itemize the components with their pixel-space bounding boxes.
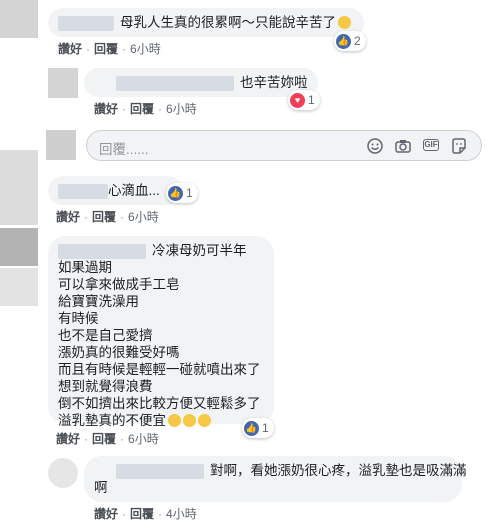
reply-link[interactable]: 回覆 bbox=[92, 210, 116, 224]
reply-placeholder: 回覆...... bbox=[99, 142, 149, 157]
current-user-avatar bbox=[46, 130, 76, 160]
like-icon: 👍 bbox=[244, 420, 259, 436]
reaction-summary[interactable]: 👍 1 bbox=[166, 183, 198, 203]
reply-link[interactable]: 回覆 bbox=[94, 42, 118, 56]
reaction-count: 2 bbox=[354, 34, 361, 48]
reply-input[interactable]: 回覆...... GIF bbox=[86, 130, 482, 161]
reaction-count: 1 bbox=[308, 93, 315, 107]
comment-text-line2: 啊 bbox=[94, 480, 108, 495]
comment-line: 而且有時候是輕輕一碰就噴出來了 bbox=[58, 362, 261, 377]
blurred-username[interactable] bbox=[116, 75, 234, 91]
timestamp[interactable]: 6小時 bbox=[128, 210, 159, 224]
avatar-fragment bbox=[0, 268, 38, 306]
avatar[interactable] bbox=[0, 228, 38, 266]
like-link[interactable]: 讚好 bbox=[56, 432, 80, 446]
like-icon: 👍 bbox=[168, 185, 183, 201]
comment-line: 也不是自己愛擠 bbox=[58, 328, 153, 343]
comment-line: 給寶寶洗澡用 bbox=[58, 294, 139, 309]
like-link[interactable]: 讚好 bbox=[94, 102, 118, 116]
comment-actions: 讚好 · 回覆 · 6小時 bbox=[94, 102, 197, 116]
comment-line: 可以拿來做成手工皂 bbox=[58, 277, 180, 292]
like-link[interactable]: 讚好 bbox=[94, 507, 118, 521]
comment-line: 倒不如擠出來比較方便又輕鬆多了 bbox=[58, 396, 261, 411]
comment-bubble: 母乳人生真的很累啊～只能說辛苦了 bbox=[48, 8, 364, 37]
smile-icon[interactable] bbox=[367, 138, 383, 154]
blurred-username[interactable] bbox=[58, 15, 114, 31]
blurred-username[interactable] bbox=[58, 243, 146, 259]
like-link[interactable]: 讚好 bbox=[58, 42, 82, 56]
gif-icon[interactable]: GIF bbox=[423, 139, 439, 151]
comment-line: 溢乳墊真的不便宜 bbox=[58, 413, 166, 428]
comment-actions: 讚好 · 回覆 · 6小時 bbox=[58, 42, 161, 56]
timestamp[interactable]: 6小時 bbox=[130, 42, 161, 56]
reaction-count: 1 bbox=[262, 421, 269, 435]
camera-icon[interactable] bbox=[395, 138, 411, 154]
sticker-icon[interactable] bbox=[451, 138, 467, 154]
timestamp[interactable]: 6小時 bbox=[128, 432, 159, 446]
emoji-icon bbox=[198, 414, 211, 427]
reply-link[interactable]: 回覆 bbox=[92, 432, 116, 446]
reaction-count: 1 bbox=[186, 186, 193, 200]
comment-actions: 讚好 · 回覆 · 6小時 bbox=[56, 432, 159, 446]
comment-bubble: 心滴血... bbox=[48, 176, 182, 205]
timestamp[interactable]: 4小時 bbox=[166, 507, 197, 521]
timestamp[interactable]: 6小時 bbox=[166, 102, 197, 116]
comment-actions: 讚好 · 回覆 · 6小時 bbox=[56, 210, 159, 224]
comment-text: 對啊，看她漲奶很心疼，溢乳墊也是吸滿滿 bbox=[210, 463, 467, 478]
comment-line: 有時候 bbox=[58, 311, 99, 326]
comment-title: 冷凍母奶可半年 bbox=[152, 243, 247, 258]
avatar[interactable] bbox=[48, 458, 78, 488]
avatar[interactable] bbox=[0, 0, 38, 38]
blurred-username[interactable] bbox=[116, 463, 204, 479]
comment-actions: 讚好 · 回覆 · 4小時 bbox=[94, 507, 197, 521]
sad-emoji-icon bbox=[338, 16, 351, 29]
love-icon: ♥ bbox=[290, 92, 305, 108]
comment-line: 漲奶真的很難受好嗎 bbox=[58, 345, 180, 360]
comment-text: 母乳人生真的很累啊～只能說辛苦了 bbox=[120, 15, 336, 30]
comment-bubble: 冷凍母奶可半年 如果過期 可以拿來做成手工皂 給寶寶洗澡用 有時候 也不是自己愛… bbox=[48, 236, 274, 428]
reaction-summary[interactable]: 👍 2 bbox=[334, 31, 366, 51]
comment-bubble: 也辛苦妳啦 bbox=[84, 68, 318, 97]
avatar[interactable] bbox=[0, 150, 38, 225]
reply-link[interactable]: 回覆 bbox=[130, 507, 154, 521]
emoji-icon bbox=[183, 414, 196, 427]
comment-line: 想到就覺得浪費 bbox=[58, 379, 153, 394]
comment-text: 心滴血... bbox=[108, 183, 160, 198]
comment-text: 也辛苦妳啦 bbox=[240, 75, 308, 90]
like-link[interactable]: 讚好 bbox=[56, 210, 80, 224]
like-icon: 👍 bbox=[336, 33, 351, 49]
comment-line: 如果過期 bbox=[58, 260, 112, 275]
comment-bubble: 對啊，看她漲奶很心疼，溢乳墊也是吸滿滿 啊 bbox=[84, 456, 467, 502]
reaction-summary[interactable]: ♥ 1 bbox=[288, 90, 320, 110]
reply-link[interactable]: 回覆 bbox=[130, 102, 154, 116]
avatar[interactable] bbox=[48, 68, 78, 98]
emoji-icon bbox=[168, 414, 181, 427]
reaction-summary[interactable]: 👍 1 bbox=[242, 418, 274, 438]
blurred-username[interactable] bbox=[58, 183, 108, 199]
